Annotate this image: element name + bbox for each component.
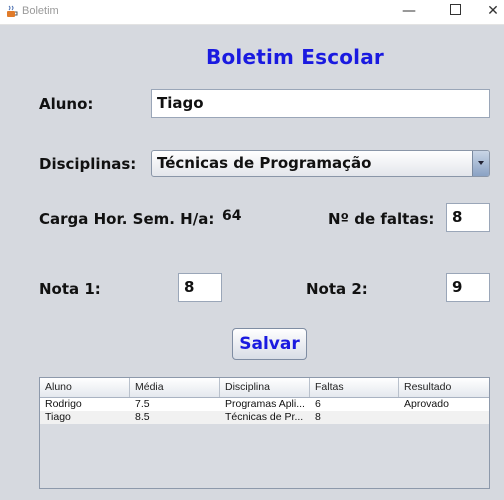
faltas-input[interactable]: 8	[446, 203, 490, 232]
cell-media: 8.5	[135, 411, 150, 423]
table-header: Aluno Média Disciplina Faltas Resultado	[40, 378, 489, 398]
nota1-input[interactable]: 8	[178, 273, 222, 302]
table-row[interactable]: Tiago 8.5 Técnicas de Pr... 8	[40, 411, 489, 424]
column-header-faltas[interactable]: Faltas	[310, 378, 399, 397]
disciplinas-label: Disciplinas:	[39, 155, 137, 173]
cell-resultado: Aprovado	[404, 398, 449, 410]
cell-disciplina: Programas Apli...	[225, 398, 305, 410]
cell-aluno: Rodrigo	[45, 398, 82, 410]
nota2-label: Nota 2:	[306, 280, 368, 298]
page-title: Boletim Escolar	[206, 45, 384, 69]
column-header-disciplina[interactable]: Disciplina	[220, 378, 310, 397]
cell-media: 7.5	[135, 398, 150, 410]
disciplina-selected-value: Técnicas de Programação	[157, 154, 372, 172]
java-cup-icon	[7, 5, 18, 17]
chevron-down-icon[interactable]	[472, 151, 489, 176]
cell-resultado	[399, 411, 489, 424]
cell-faltas: 6	[315, 398, 321, 410]
table-row[interactable]: Rodrigo 7.5 Programas Apli... 6 Aprovado	[40, 398, 489, 411]
cell-disciplina: Técnicas de Pr...	[225, 411, 304, 423]
cell-faltas: 8	[315, 411, 321, 423]
column-header-aluno[interactable]: Aluno	[40, 378, 130, 397]
cell-aluno: Tiago	[45, 411, 71, 423]
window-title: Boletim	[22, 5, 59, 17]
aluno-input[interactable]: Tiago	[151, 89, 490, 118]
table-body: Rodrigo 7.5 Programas Apli... 6 Aprovado…	[40, 398, 489, 424]
minimize-button[interactable]: —	[386, 0, 432, 24]
aluno-label: Aluno:	[39, 95, 94, 113]
title-bar: Boletim — ✕	[0, 0, 504, 25]
disciplina-select[interactable]: Técnicas de Programação	[151, 150, 490, 177]
faltas-label: Nº de faltas:	[328, 210, 435, 228]
nota2-input[interactable]: 9	[446, 273, 490, 302]
column-header-resultado[interactable]: Resultado	[399, 378, 489, 397]
grades-table[interactable]: Aluno Média Disciplina Faltas Resultado …	[39, 377, 490, 489]
column-header-media[interactable]: Média	[130, 378, 220, 397]
maximize-icon	[449, 4, 461, 15]
close-button[interactable]: ✕	[470, 0, 504, 24]
nota1-label: Nota 1:	[39, 280, 101, 298]
save-button[interactable]: Salvar	[232, 328, 307, 360]
carga-value: 64	[222, 208, 242, 224]
carga-label: Carga Hor. Sem. H/a:	[39, 210, 215, 228]
